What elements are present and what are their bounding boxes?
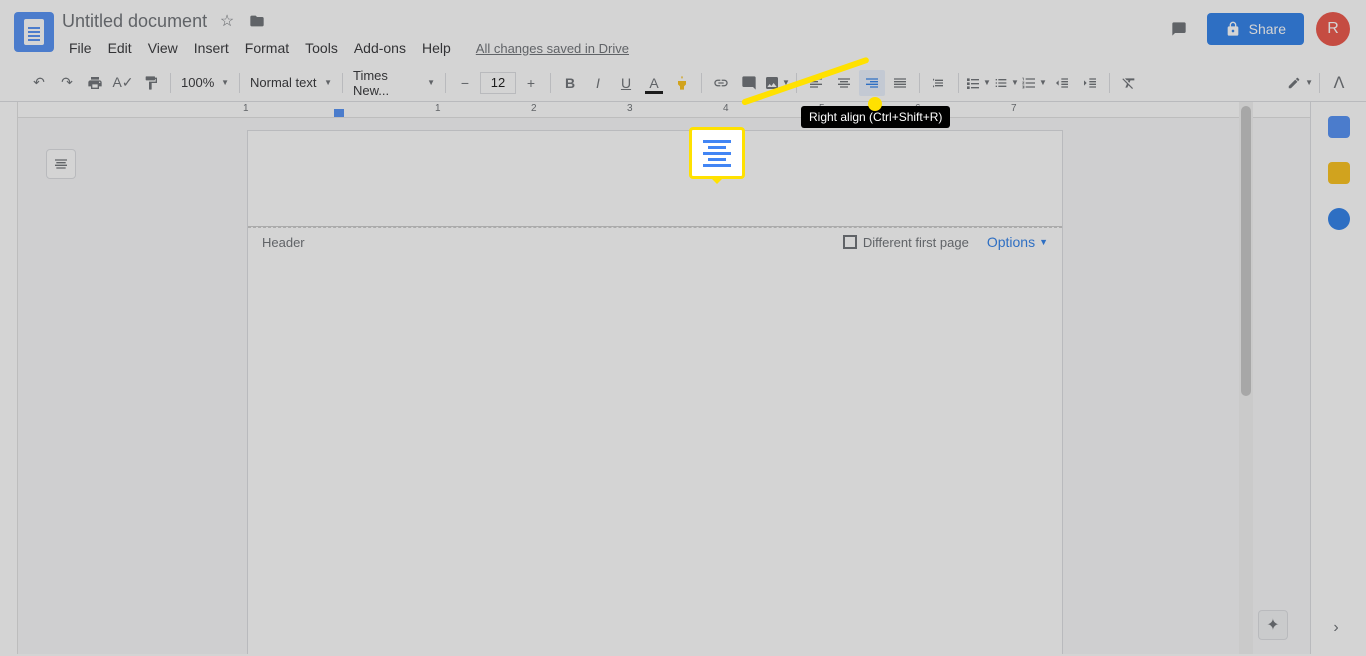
editing-mode-icon[interactable]: ▼ [1287, 70, 1313, 96]
font-dropdown[interactable]: Times New...▼ [349, 70, 439, 96]
menu-view[interactable]: View [141, 37, 185, 59]
share-label: Share [1249, 21, 1286, 37]
docs-logo[interactable] [14, 12, 54, 52]
italic-icon[interactable]: I [585, 70, 611, 96]
print-icon[interactable] [82, 70, 108, 96]
move-icon[interactable] [247, 11, 267, 31]
clear-format-icon[interactable] [1116, 70, 1142, 96]
checklist-icon[interactable]: ▼ [965, 70, 991, 96]
menu-tools[interactable]: Tools [298, 37, 345, 59]
keep-icon[interactable] [1328, 162, 1350, 184]
avatar[interactable]: R [1316, 12, 1350, 46]
align-justify-icon[interactable] [887, 70, 913, 96]
comment-icon[interactable] [736, 70, 762, 96]
outdent-icon[interactable] [1049, 70, 1075, 96]
save-status[interactable]: All changes saved in Drive [476, 41, 629, 56]
vertical-ruler [0, 102, 18, 654]
header-label: Header [262, 235, 305, 250]
zoom-dropdown[interactable]: 100%▼ [177, 70, 233, 96]
highlight-icon[interactable] [669, 70, 695, 96]
different-first-page-checkbox[interactable]: Different first page [843, 235, 969, 250]
undo-icon[interactable]: ↶ [26, 70, 52, 96]
panel-toggle-icon[interactable]: › [1324, 616, 1348, 640]
align-right-icon[interactable] [859, 70, 885, 96]
style-dropdown[interactable]: Normal text▼ [246, 70, 336, 96]
side-panel [1310, 102, 1366, 654]
align-center-preview-icon [702, 138, 732, 168]
indent-icon[interactable] [1077, 70, 1103, 96]
explore-icon[interactable]: ✦ [1258, 610, 1288, 640]
collapse-icon[interactable]: ᐱ [1326, 70, 1352, 96]
outline-icon[interactable] [46, 149, 76, 179]
menu-help[interactable]: Help [415, 37, 458, 59]
fontsize-input[interactable] [480, 72, 516, 94]
menu-format[interactable]: Format [238, 37, 296, 59]
header-section[interactable] [248, 131, 1062, 227]
annotation-callout [689, 127, 745, 179]
link-icon[interactable] [708, 70, 734, 96]
spellcheck-icon[interactable]: A✓ [110, 70, 136, 96]
menu-edit[interactable]: Edit [101, 37, 139, 59]
underline-icon[interactable]: U [613, 70, 639, 96]
paint-format-icon[interactable] [138, 70, 164, 96]
menu-insert[interactable]: Insert [187, 37, 236, 59]
document-page[interactable]: Header Different first page Options ▼ [247, 130, 1063, 654]
bullet-list-icon[interactable]: ▼ [993, 70, 1019, 96]
menu-addons[interactable]: Add-ons [347, 37, 413, 59]
fontsize-decrease[interactable]: − [452, 70, 478, 96]
star-icon[interactable]: ☆ [217, 11, 237, 31]
comments-icon[interactable] [1163, 13, 1195, 45]
redo-icon[interactable]: ↷ [54, 70, 80, 96]
doc-title[interactable]: Untitled document [62, 11, 207, 32]
share-button[interactable]: Share [1207, 13, 1304, 45]
bold-icon[interactable]: B [557, 70, 583, 96]
indent-marker[interactable] [334, 109, 344, 117]
calendar-icon[interactable] [1328, 116, 1350, 138]
fontsize-increase[interactable]: + [518, 70, 544, 96]
horizontal-ruler[interactable]: 1 1 2 3 4 5 6 7 [18, 102, 1310, 118]
line-spacing-icon[interactable] [926, 70, 952, 96]
text-color-icon[interactable]: A [641, 70, 667, 96]
tasks-icon[interactable] [1328, 208, 1350, 230]
header-options-link[interactable]: Options ▼ [987, 234, 1048, 250]
annotation-dot [868, 97, 882, 111]
scrollbar[interactable] [1239, 102, 1253, 654]
numbered-list-icon[interactable]: ▼ [1021, 70, 1047, 96]
menu-file[interactable]: File [62, 37, 99, 59]
